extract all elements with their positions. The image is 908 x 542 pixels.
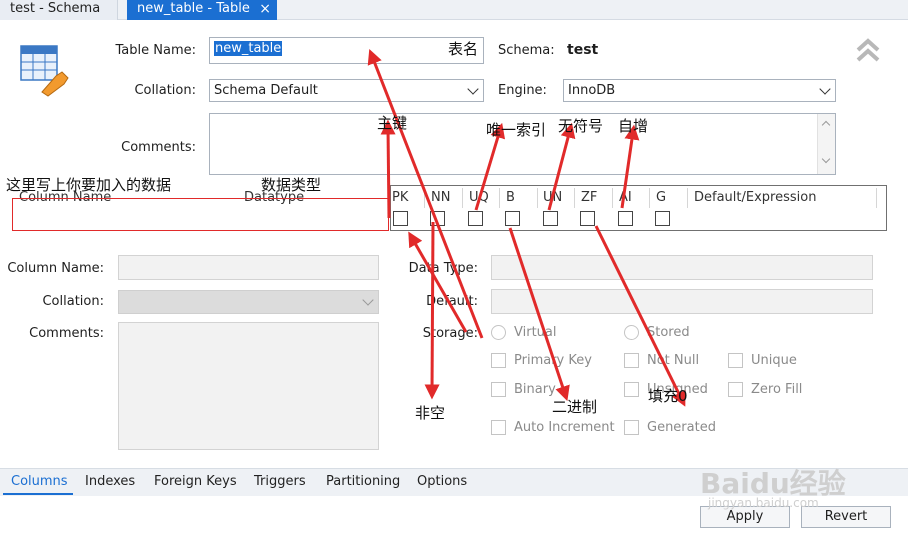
- col-header-pk[interactable]: PK: [392, 190, 408, 205]
- un-checkbox[interactable]: [543, 211, 558, 226]
- virtual-label: Virtual: [514, 325, 557, 340]
- default-input[interactable]: [491, 289, 873, 314]
- table-name-value: new_table: [214, 41, 283, 56]
- tab-options[interactable]: Options: [417, 474, 467, 489]
- column-collation-label: Collation:: [42, 294, 104, 309]
- data-type-label: Data Type:: [408, 261, 478, 276]
- column-comments-textarea[interactable]: [118, 322, 379, 450]
- unique-checkbox[interactable]: [728, 353, 743, 368]
- unique-label: Unique: [751, 353, 797, 368]
- col-header-zf[interactable]: ZF: [581, 190, 597, 205]
- column-divider[interactable]: [462, 188, 463, 208]
- generated-label: Generated: [647, 420, 716, 435]
- column-divider[interactable]: [876, 188, 877, 208]
- annotation-b: 二进制: [552, 398, 598, 416]
- binary-label: Binary: [514, 382, 556, 397]
- table-name-label: Table Name:: [115, 43, 196, 58]
- collation-label: Collation:: [134, 83, 196, 98]
- engine-select[interactable]: InnoDB: [563, 79, 836, 102]
- col-header-default[interactable]: Default/Expression: [694, 190, 816, 205]
- chevron-down-icon: [362, 294, 374, 306]
- engine-value: InnoDB: [568, 83, 616, 98]
- not-null-checkbox[interactable]: [624, 353, 639, 368]
- nn-checkbox[interactable]: [430, 211, 445, 226]
- column-divider[interactable]: [537, 188, 538, 208]
- chevron-down-icon: [819, 83, 831, 95]
- collapse-icon[interactable]: [854, 36, 882, 64]
- uq-checkbox[interactable]: [468, 211, 483, 226]
- annotation-zf: 填充0: [648, 387, 688, 405]
- col-header-uq[interactable]: UQ: [469, 190, 489, 205]
- close-icon[interactable]: ×: [259, 0, 271, 18]
- b-checkbox[interactable]: [505, 211, 520, 226]
- table-name-input[interactable]: new_table: [209, 37, 484, 64]
- column-name-label: Column Name:: [7, 261, 104, 276]
- annotation-pk: 主键: [377, 114, 408, 132]
- col-header-nn[interactable]: NN: [431, 190, 450, 205]
- col-header-un[interactable]: UN: [543, 190, 562, 205]
- generated-checkbox[interactable]: [624, 420, 639, 435]
- tab-test-schema[interactable]: test - Schema: [0, 0, 118, 20]
- binary-checkbox[interactable]: [491, 382, 506, 397]
- data-type-input[interactable]: [491, 255, 873, 280]
- engine-label: Engine:: [498, 83, 547, 98]
- stored-label: Stored: [647, 325, 690, 340]
- unsigned-checkbox[interactable]: [624, 382, 639, 397]
- collation-select[interactable]: Schema Default: [209, 79, 484, 102]
- chevron-down-icon: [467, 83, 479, 95]
- not-null-label: Not Null: [647, 353, 700, 368]
- stored-radio[interactable]: [624, 325, 639, 340]
- annotation-column-name: 这里写上你要加入的数据: [6, 176, 172, 194]
- zero-fill-label: Zero Fill: [751, 382, 803, 397]
- schema-value: test: [567, 42, 599, 58]
- column-divider[interactable]: [499, 188, 500, 208]
- comments-scrollbar[interactable]: [817, 114, 835, 174]
- column-name-input[interactable]: [118, 255, 379, 280]
- tab-new-table[interactable]: new_table - Table ×: [127, 0, 277, 20]
- default-label: Default:: [426, 294, 478, 309]
- annotation-uq: 唯一索引: [486, 121, 547, 139]
- comments-label: Comments:: [121, 140, 196, 155]
- annotation-nn: 非空: [415, 404, 446, 422]
- column-collation-select[interactable]: [118, 290, 379, 314]
- tab-columns[interactable]: Columns: [11, 474, 68, 489]
- chevron-up-icon: [821, 120, 831, 130]
- column-divider[interactable]: [574, 188, 575, 208]
- col-header-g[interactable]: G: [656, 190, 666, 205]
- annotation-highlight-box: [12, 198, 389, 231]
- column-divider[interactable]: [612, 188, 613, 208]
- tab-new-table-label: new_table - Table: [137, 1, 250, 16]
- g-checkbox[interactable]: [655, 211, 670, 226]
- primary-key-label: Primary Key: [514, 353, 592, 368]
- annotation-table-name: 表名: [448, 40, 479, 58]
- storage-label: Storage:: [422, 326, 478, 341]
- tab-indexes[interactable]: Indexes: [85, 474, 135, 489]
- collation-value: Schema Default: [214, 83, 318, 98]
- schema-label: Schema:: [498, 43, 555, 58]
- table-editor-icon: [18, 42, 74, 98]
- tab-foreign-keys[interactable]: Foreign Keys: [154, 474, 237, 489]
- column-divider[interactable]: [424, 188, 425, 208]
- auto-increment-checkbox[interactable]: [491, 420, 506, 435]
- zero-fill-checkbox[interactable]: [728, 382, 743, 397]
- auto-increment-label: Auto Increment: [514, 420, 615, 435]
- pk-checkbox[interactable]: [393, 211, 408, 226]
- col-header-b[interactable]: B: [506, 190, 515, 205]
- tab-partitioning[interactable]: Partitioning: [326, 474, 400, 489]
- baidu-watermark-url: jingyan.baidu.com: [708, 496, 819, 510]
- active-tab-indicator: [3, 493, 73, 495]
- tab-triggers[interactable]: Triggers: [254, 474, 306, 489]
- column-divider[interactable]: [687, 188, 688, 208]
- column-divider[interactable]: [649, 188, 650, 208]
- annotation-datatype: 数据类型: [261, 176, 322, 194]
- primary-key-checkbox[interactable]: [491, 353, 506, 368]
- column-comments-label: Comments:: [29, 326, 104, 341]
- annotation-un: 无符号: [558, 117, 604, 135]
- chevron-down-icon: [821, 154, 831, 164]
- ai-checkbox[interactable]: [618, 211, 633, 226]
- col-header-ai[interactable]: AI: [619, 190, 632, 205]
- zf-checkbox[interactable]: [580, 211, 595, 226]
- annotation-ai: 自增: [618, 117, 649, 135]
- virtual-radio[interactable]: [491, 325, 506, 340]
